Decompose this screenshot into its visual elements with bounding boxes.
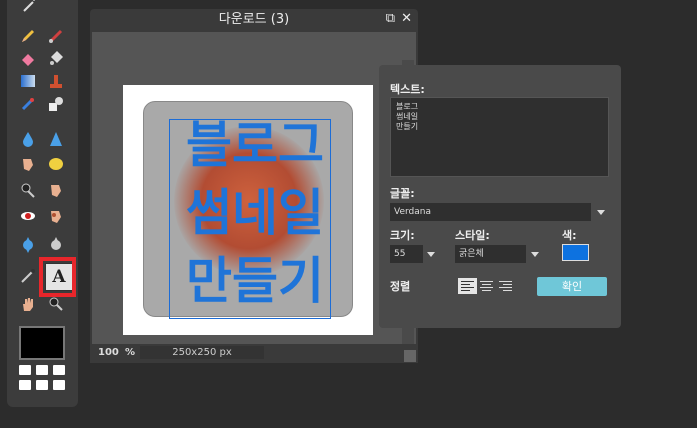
tools-panel: A: [7, 0, 78, 407]
text-label: 텍스트:: [390, 83, 425, 96]
size-select[interactable]: 55: [390, 245, 423, 263]
zoom-unit: %: [125, 347, 136, 358]
color-replace-icon[interactable]: [17, 93, 39, 115]
text-color-swatch[interactable]: [562, 244, 589, 261]
shape-icon[interactable]: [45, 93, 67, 115]
style-dropdown-icon[interactable]: [531, 252, 539, 257]
size-label: 크기:: [390, 229, 415, 242]
document-title: 다운로드 (3): [218, 12, 290, 27]
dodge-icon[interactable]: [17, 179, 39, 201]
canvas-text-line-3: 만들기: [186, 252, 324, 310]
sponge-icon[interactable]: [45, 153, 67, 175]
clone-stamp-icon[interactable]: [45, 70, 67, 92]
hand-icon[interactable]: [17, 293, 39, 315]
image-canvas[interactable]: 블로그 썸네일 만들기: [123, 85, 373, 335]
red-eye-icon[interactable]: [17, 205, 39, 227]
font-dropdown-icon[interactable]: [597, 210, 605, 215]
canvas-area[interactable]: 블로그 썸네일 만들기: [92, 32, 416, 350]
magic-wand-icon[interactable]: [19, 0, 41, 16]
image-dimensions: 250x250 px: [140, 346, 264, 359]
align-buttons: [458, 278, 518, 294]
align-left-icon[interactable]: [458, 278, 477, 294]
font-label: 글꼴:: [390, 187, 415, 200]
restore-window-icon[interactable]: ⧉: [386, 11, 395, 26]
foreground-color-swatch[interactable]: [19, 326, 65, 360]
sharpen-icon[interactable]: [45, 128, 67, 150]
text-input[interactable]: 블로그 썸네일 만들기: [390, 97, 609, 177]
status-bar: 100 % 250x250 px: [92, 344, 416, 361]
ok-button[interactable]: 확인: [537, 277, 607, 296]
align-right-icon[interactable]: [496, 278, 515, 294]
align-label: 정렬: [390, 280, 411, 293]
zoom-value[interactable]: 100: [98, 344, 119, 361]
magnifier-icon[interactable]: [45, 293, 67, 315]
type-tool-highlight: [39, 257, 76, 297]
grid-view-icon[interactable]: [19, 365, 65, 393]
close-icon[interactable]: ✕: [401, 11, 412, 26]
canvas-text-line-2: 썸네일: [186, 184, 324, 242]
smudge-icon[interactable]: [17, 153, 39, 175]
font-select[interactable]: Verdana: [390, 203, 591, 221]
style-label: 스타일:: [455, 229, 490, 242]
align-center-icon[interactable]: [477, 278, 496, 294]
pinch-icon[interactable]: [45, 234, 67, 256]
size-dropdown-icon[interactable]: [427, 252, 435, 257]
text-options-dialog: 텍스트: 블로그 썸네일 만들기 글꼴: Verdana 크기: 55 스타일:…: [379, 65, 621, 328]
gradient-icon[interactable]: [17, 70, 39, 92]
eraser-icon[interactable]: [17, 47, 39, 69]
style-select[interactable]: 굵은체: [455, 245, 526, 263]
document-window: 다운로드 (3) ⧉ ✕ 블로그 썸네일 만들기 100 % 250x250 p…: [90, 9, 418, 363]
color-label: 색:: [562, 229, 577, 242]
spot-heal-icon[interactable]: [45, 205, 67, 227]
blur-drop-icon[interactable]: [17, 128, 39, 150]
pencil-icon[interactable]: [17, 25, 39, 47]
paint-bucket-icon[interactable]: [45, 47, 67, 69]
canvas-text-line-1: 블로그: [186, 116, 324, 174]
brush-icon[interactable]: [45, 25, 67, 47]
resize-grip-icon[interactable]: [404, 350, 416, 362]
spherize-icon[interactable]: [17, 234, 39, 256]
color-picker-icon[interactable]: [17, 265, 39, 287]
burn-icon[interactable]: [45, 179, 67, 201]
